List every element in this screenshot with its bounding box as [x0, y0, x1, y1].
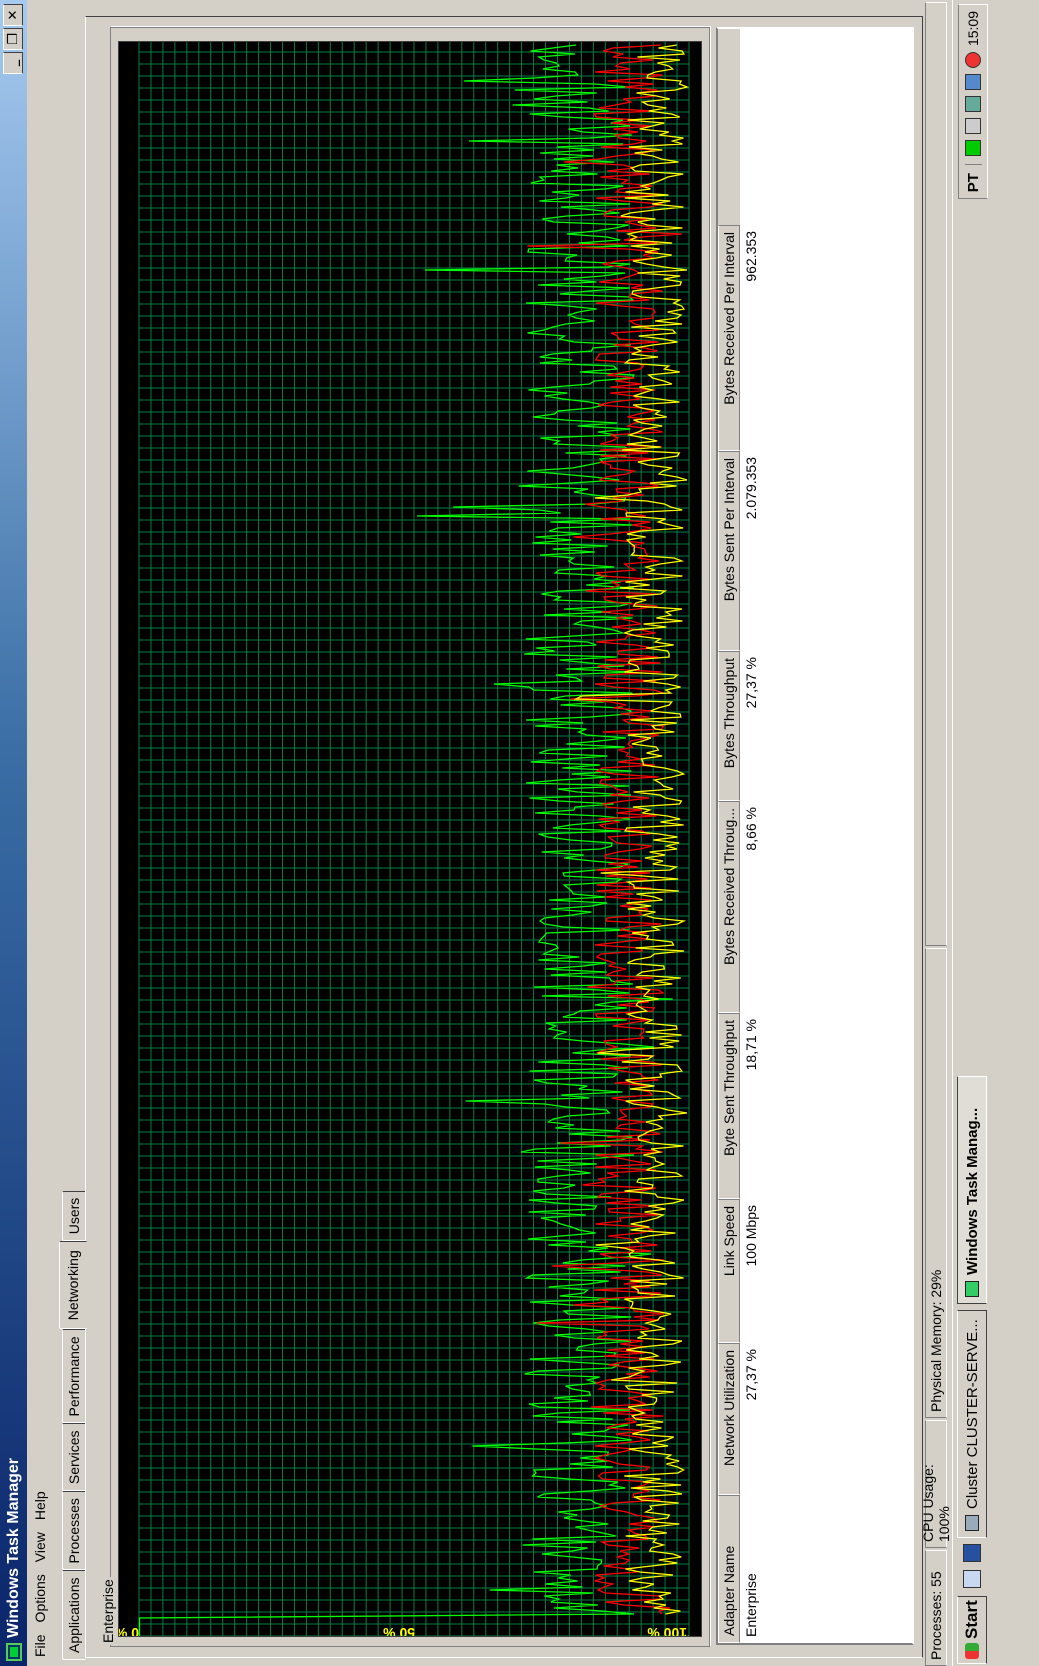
cell-bytes-sent-per-interval: 2.079.353 — [743, 457, 759, 520]
windows-flag-icon — [965, 1643, 979, 1659]
cell-bytes-received-per-interval: 962.353 — [743, 231, 759, 282]
tab-services[interactable]: Services — [62, 1423, 86, 1492]
status-cpu-usage: CPU Usage: 100% — [920, 1420, 952, 1548]
clock: 15:09 — [965, 11, 981, 47]
status-processes: Processes: 55 — [925, 1550, 947, 1666]
network-utilization-graph: 100 % 50 % 0 % — [118, 41, 702, 1637]
cpu-meter-icon[interactable] — [965, 140, 981, 157]
system-tray: PT 15:09 — [958, 4, 988, 200]
menu-file[interactable]: File — [32, 1628, 48, 1663]
cell-bytes-received-throughput: 8,66 % — [743, 807, 759, 851]
menu-options[interactable]: Options — [32, 1568, 48, 1628]
alert-icon[interactable] — [965, 52, 981, 69]
col-bytes-throughput[interactable]: Bytes Throughput — [718, 651, 740, 801]
adapter-list-header: Adapter Name Network Utilization Link Sp… — [718, 29, 740, 1643]
start-button[interactable]: Start — [957, 1596, 987, 1664]
status-empty — [925, 2, 947, 946]
task-manager-window: Windows Task Manager _ ❐ ✕ File Options … — [0, 0, 1039, 1666]
restore-button[interactable]: ❐ — [3, 28, 23, 50]
window-controls: _ ❐ ✕ — [3, 4, 23, 74]
taskbar-label-task-manager: Windows Task Manag... — [963, 1107, 981, 1275]
taskbar-button-cluster[interactable]: Cluster CLUSTER-SERVE... — [957, 1310, 987, 1538]
y-label-50: 50 % — [383, 1625, 415, 1636]
tab-performance[interactable]: Performance — [62, 1329, 86, 1424]
status-bar: Processes: 55 CPU Usage: 100% Physical M… — [920, 0, 952, 1666]
adapter-list[interactable]: Adapter Name Network Utilization Link Sp… — [716, 27, 914, 1645]
network-icon[interactable] — [965, 118, 981, 135]
y-label-100: 100 % — [647, 1625, 687, 1636]
shield-icon[interactable] — [965, 96, 981, 113]
tab-applications[interactable]: Applications — [62, 1570, 86, 1660]
taskbar-button-task-manager[interactable]: Windows Task Manag... — [957, 1076, 987, 1304]
col-bytes-received-throughput[interactable]: Bytes Received Throug... — [718, 801, 740, 1013]
menu-view[interactable]: View — [32, 1526, 48, 1568]
tab-users[interactable]: Users — [62, 1190, 86, 1242]
task-manager-icon — [5, 1643, 22, 1661]
cell-bytes-throughput: 27,37 % — [743, 657, 759, 709]
col-adapter-name[interactable]: Adapter Name — [718, 1495, 740, 1643]
tab-processes[interactable]: Processes — [62, 1491, 86, 1571]
monitor-icon[interactable] — [965, 74, 981, 91]
menu-bar: File Options View Help — [27, 0, 53, 1666]
table-row[interactable]: Enterprise 27,37 % 100 Mbps 18,71 % 8,66… — [740, 29, 762, 1643]
cell-network-utilization: 27,37 % — [743, 1349, 759, 1401]
minimize-button[interactable]: _ — [3, 52, 23, 74]
cell-byte-sent-throughput: 18,71 % — [743, 1019, 759, 1071]
cluster-icon — [965, 1515, 979, 1531]
close-button[interactable]: ✕ — [3, 4, 23, 26]
y-label-0: 0 % — [119, 1625, 139, 1636]
task-manager-icon — [965, 1281, 979, 1297]
cell-link-speed: 100 Mbps — [743, 1205, 759, 1267]
series-total — [138, 44, 673, 1636]
col-byte-sent-throughput[interactable]: Byte Sent Throughput — [718, 1013, 740, 1199]
tab-networking[interactable]: Networking — [59, 1241, 87, 1330]
adapter-group-label: Enterprise — [100, 1577, 116, 1645]
taskbar-label-cluster: Cluster CLUSTER-SERVE... — [963, 1319, 981, 1509]
status-physical-memory: Physical Memory: 29% — [925, 948, 947, 1418]
col-bytes-sent-per-interval[interactable]: Bytes Sent Per Interval — [718, 451, 740, 651]
powershell-icon[interactable] — [963, 1544, 981, 1562]
col-bytes-received-per-interval[interactable]: Bytes Received Per Interval — [718, 225, 740, 451]
language-indicator[interactable]: PT — [964, 164, 982, 193]
graph-canvas: 100 % 50 % 0 % — [119, 42, 690, 1636]
menu-help[interactable]: Help — [32, 1485, 48, 1526]
server-manager-icon[interactable] — [963, 1570, 981, 1588]
window-title: Windows Task Manager — [4, 1457, 22, 1638]
title-bar[interactable]: Windows Task Manager _ ❐ ✕ — [0, 0, 27, 1666]
start-label: Start — [962, 1600, 981, 1639]
tab-strip: Applications Processes Services Performa… — [58, 1190, 87, 1660]
networking-panel: Enterprise 100 % 50 % 0 % Adapter Name N… — [85, 16, 923, 1658]
cell-adapter-name: Enterprise — [743, 1573, 759, 1637]
taskbar-row: Start Cluster CLUSTER-SERVE... Windows T… — [956, 0, 988, 1666]
col-link-speed[interactable]: Link Speed — [718, 1199, 740, 1343]
taskbar: Start Cluster CLUSTER-SERVE... Windows T… — [952, 0, 1039, 1666]
col-network-utilization[interactable]: Network Utilization — [718, 1343, 740, 1495]
